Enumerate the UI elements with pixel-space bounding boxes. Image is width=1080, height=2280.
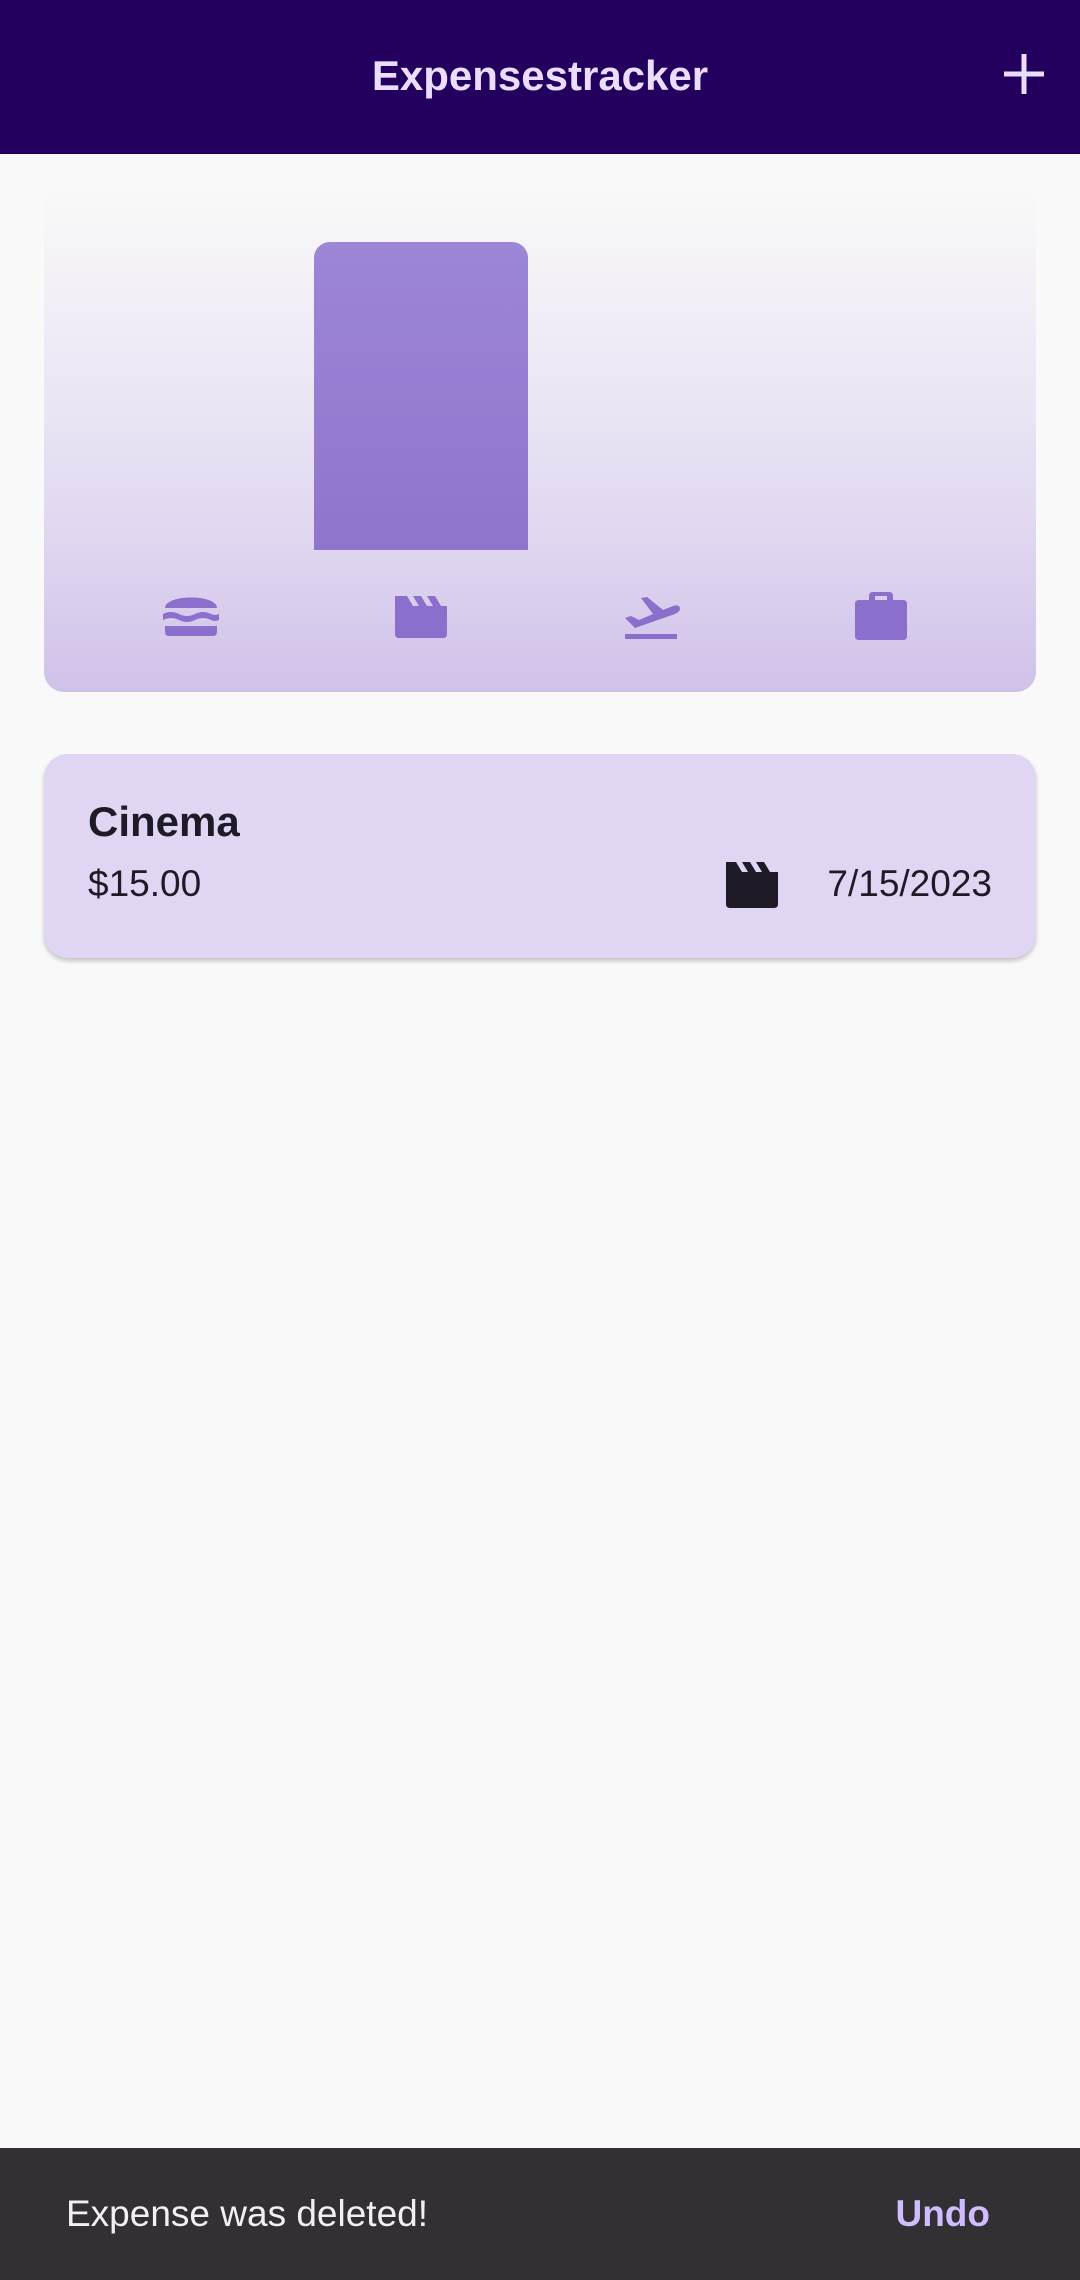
bar-column-travel (544, 242, 758, 550)
bar-column-food (84, 242, 298, 550)
movie-clapper-icon (395, 596, 447, 638)
hamburger-icon (163, 597, 219, 636)
briefcase-icon (855, 592, 907, 640)
bar-column-leisure (314, 242, 528, 550)
undo-button[interactable]: Undo (895, 2188, 990, 2240)
expense-amount: $15.00 (88, 863, 202, 904)
bar-leisure (314, 242, 528, 550)
expenses-chart (44, 188, 1036, 692)
flight-takeoff-icon (625, 597, 681, 639)
app-title: Expensestracker (371, 52, 709, 99)
expense-item[interactable]: Cinema $15.00 7/15/2023 (44, 754, 1036, 958)
expense-date: 7/15/2023 (827, 863, 992, 904)
snackbar-message: Expense was deleted! (66, 2193, 429, 2234)
expense-title: Cinema (88, 798, 240, 845)
add-expense-button[interactable] (992, 42, 1056, 106)
movie-clapper-icon (726, 862, 778, 908)
plus-icon (1004, 54, 1044, 94)
chart-bars (44, 242, 1036, 550)
app-bar: Expensestracker (0, 0, 1080, 154)
bar-column-work (774, 242, 988, 550)
snackbar: Expense was deleted! Undo (0, 2148, 1080, 2280)
